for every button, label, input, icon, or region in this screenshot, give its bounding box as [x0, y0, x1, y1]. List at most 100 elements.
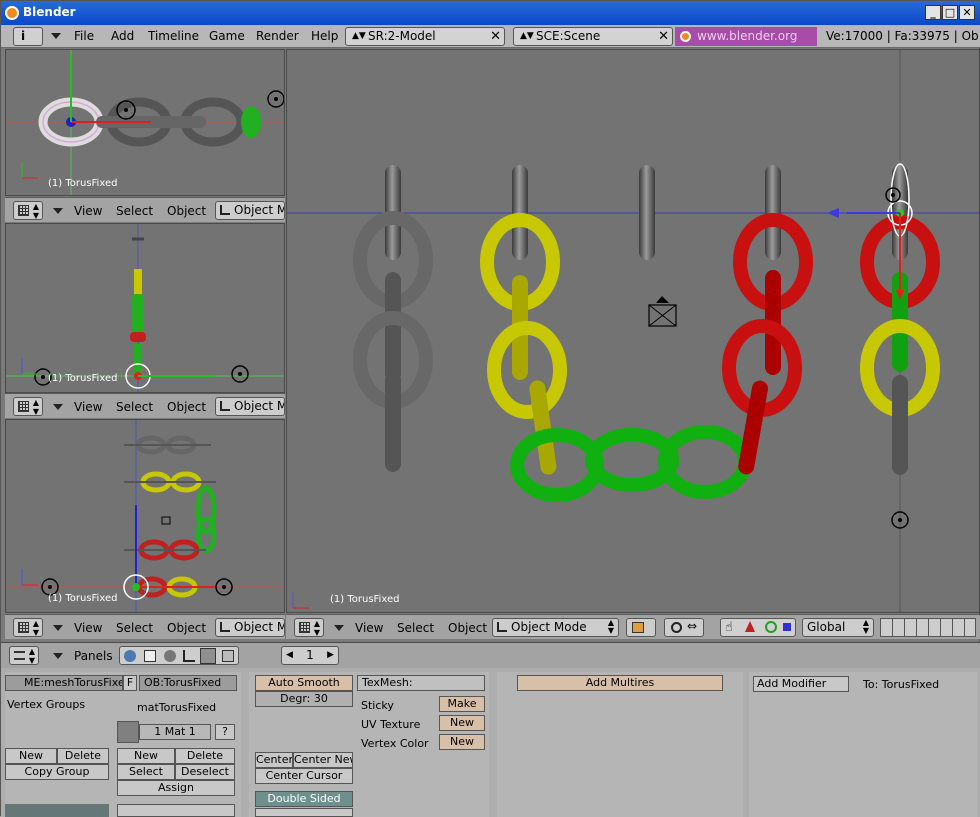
buttons-window-icon [14, 651, 25, 660]
mode-selector[interactable]: Object Mode ▲ ▼ [492, 618, 619, 637]
delete-screen-icon[interactable]: ✕ [490, 28, 501, 45]
fake-user-button[interactable]: F [123, 675, 137, 691]
vertex-group-list[interactable] [5, 804, 109, 817]
vgroup-new-button[interactable]: New [5, 748, 57, 764]
auto-smooth-toggle[interactable]: Auto Smooth [255, 675, 353, 691]
collapse-menu-icon[interactable] [334, 625, 344, 631]
window-type-button[interactable]: ▲ ▼ [13, 618, 43, 637]
add-multires-button[interactable]: Add Multires [517, 675, 723, 691]
editing-icon[interactable] [200, 648, 216, 664]
menu-file[interactable]: File [74, 29, 94, 43]
layer-buttons[interactable] [880, 618, 976, 637]
manipulator-group[interactable]: ☝ [720, 618, 796, 637]
viewport-front[interactable]: (1) TorusFixed [5, 419, 285, 613]
maximize-button[interactable]: □ [942, 5, 958, 20]
menu-view[interactable]: View [74, 204, 102, 218]
menu-view[interactable]: View [355, 621, 383, 635]
window-type-button[interactable]: ▲ ▼ [13, 397, 43, 416]
material-delete-button[interactable]: Delete [175, 748, 235, 764]
mode-selector[interactable]: Object M [215, 201, 285, 220]
texmesh-field[interactable]: TexMesh: [357, 675, 485, 691]
window-type-info-button[interactable]: i [13, 27, 43, 46]
viewport-side[interactable]: (1) TorusFixed [5, 223, 285, 393]
material-extra-buttons[interactable] [117, 804, 235, 817]
vgroup-delete-button[interactable]: Delete [57, 748, 109, 764]
new-label: New [19, 749, 43, 762]
viewport-main[interactable]: (1) TorusFixed [286, 49, 980, 613]
menu-game[interactable]: Game [209, 29, 245, 43]
draw-type-button[interactable] [626, 618, 656, 637]
menu-timeline[interactable]: Timeline [148, 29, 199, 43]
material-new-button[interactable]: New [117, 748, 175, 764]
menu-select[interactable]: Select [116, 621, 153, 635]
mode-label: Object M [234, 620, 285, 634]
object-name-field[interactable]: OB:TorusFixed [139, 675, 237, 691]
help-button[interactable]: ? [215, 724, 235, 740]
double-sided-toggle[interactable]: Double Sided [255, 791, 353, 807]
material-slot-selector[interactable]: 1 Mat 1 [139, 724, 211, 740]
material-deselect-button[interactable]: Deselect [175, 764, 235, 780]
uv-texture-new-button[interactable]: New [439, 715, 485, 731]
new-label: New [450, 735, 474, 748]
menu-select[interactable]: Select [116, 204, 153, 218]
mode-selector[interactable]: Object M [215, 397, 285, 416]
panels-menu[interactable]: Panels [74, 649, 113, 663]
menu-view[interactable]: View [74, 400, 102, 414]
menu-object[interactable]: Object [167, 621, 206, 635]
window-type-button[interactable]: ▲ ▼ [9, 646, 39, 665]
collapse-menu-icon[interactable] [53, 404, 63, 410]
website-link[interactable]: www.blender.org 246 [675, 27, 817, 62]
viewport-top-header: ▲ ▼ View Select Object Object M [5, 197, 285, 222]
collapse-menu-icon[interactable] [53, 208, 63, 214]
mode-selector[interactable]: Object M [215, 618, 285, 637]
add-modifier-label: Add Modifier [757, 677, 827, 690]
center-cursor-label: Center Cursor [265, 769, 343, 782]
center-new-button[interactable]: Center New [293, 752, 353, 768]
sticky-make-button[interactable]: Make [439, 696, 485, 712]
degree-field[interactable]: Degr: 30 [255, 691, 353, 707]
scene-icon[interactable] [222, 650, 234, 662]
transform-orientation-select[interactable]: Global ▲ ▼ [802, 618, 874, 637]
scene-selector[interactable]: ▲▼ SCE:Scene ✕ [513, 27, 673, 46]
deselect-label: Deselect [181, 765, 229, 778]
material-select-button[interactable]: Select [117, 764, 175, 780]
menu-help[interactable]: Help [311, 29, 338, 43]
menu-view[interactable]: View [74, 621, 102, 635]
material-color-swatch[interactable] [117, 721, 139, 743]
mesh-name-field[interactable]: ME:meshTorusFixed [5, 675, 123, 691]
menu-select[interactable]: Select [116, 400, 153, 414]
copy-group-button[interactable]: Copy Group [5, 764, 109, 780]
center-cursor-button[interactable]: Center Cursor [255, 768, 353, 784]
menu-object[interactable]: Object [167, 400, 206, 414]
screen-selector[interactable]: ▲▼ SR:2-Model ✕ [345, 27, 505, 46]
collapse-menu-icon[interactable] [51, 33, 61, 39]
menu-object[interactable]: Object [167, 204, 206, 218]
pivot-button[interactable]: ⇔ [664, 618, 704, 637]
delete-label: Delete [64, 749, 102, 762]
shading-icon[interactable] [164, 650, 176, 662]
logic-icon[interactable] [124, 650, 136, 662]
script-icon[interactable] [144, 650, 156, 662]
menu-object[interactable]: Object [448, 621, 487, 635]
context-tabs[interactable] [119, 646, 239, 665]
question-label: ? [222, 725, 228, 738]
vertex-color-new-button[interactable]: New [439, 734, 485, 750]
collapse-menu-icon[interactable] [53, 625, 63, 631]
assign-button[interactable]: Assign [117, 780, 235, 796]
minimize-button[interactable]: _ [925, 5, 941, 20]
frame-number-field[interactable]: ◀ 1 ▶ [281, 646, 339, 665]
window-type-button[interactable]: ▲ ▼ [294, 618, 324, 637]
object-icon[interactable] [183, 650, 195, 662]
rotate-icon [765, 621, 777, 633]
window-type-button[interactable]: ▲ ▼ [13, 201, 43, 220]
menu-add[interactable]: Add [111, 29, 134, 43]
viewport-top[interactable]: (1) TorusFixed [5, 49, 285, 196]
texmesh-label: TexMesh: [362, 676, 413, 689]
add-modifier-button[interactable]: Add Modifier [753, 676, 849, 692]
menu-select[interactable]: Select [397, 621, 434, 635]
menu-render[interactable]: Render [256, 29, 299, 43]
collapse-menu-icon[interactable] [53, 653, 63, 659]
center-button[interactable]: Center [255, 752, 293, 768]
delete-scene-icon[interactable]: ✕ [658, 28, 669, 45]
close-button[interactable]: ✕ [959, 5, 975, 20]
